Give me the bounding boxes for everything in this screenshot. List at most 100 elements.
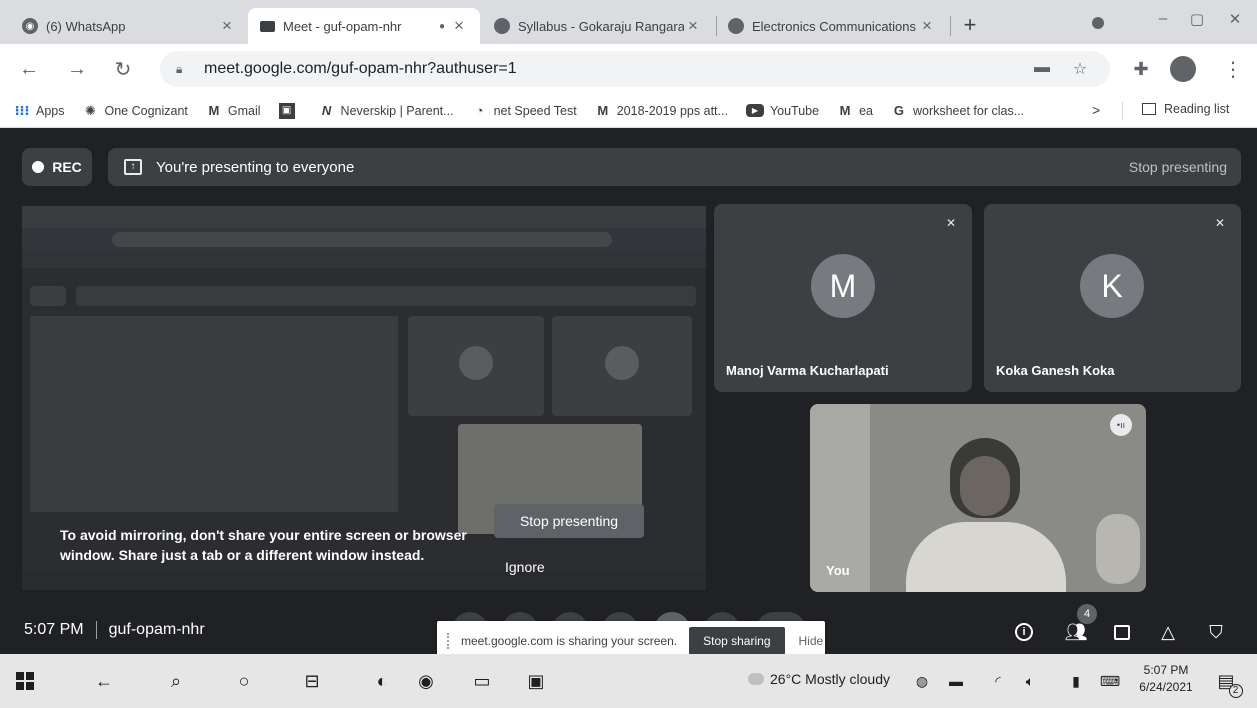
browser-tab-strip: ◉ (6) WhatsApp × Meet - guf-opam-nhr ● ×… <box>0 0 1257 44</box>
volume-icon[interactable]: 🔈︎ <box>1018 669 1042 693</box>
stop-sharing-button[interactable]: Stop sharing <box>689 627 785 655</box>
close-window-button[interactable]: ✕ <box>1220 10 1250 28</box>
recording-dot-icon: ● <box>438 20 446 32</box>
meet-stage: REC ↑ You're presenting to everyone Stop… <box>0 128 1257 661</box>
keyboard-icon[interactable]: ⌨ <box>1098 669 1122 693</box>
new-tab-button[interactable]: + <box>958 14 982 36</box>
presenting-banner: ↑ You're presenting to everyone Stop pre… <box>108 148 1241 186</box>
bookmark-pps-att[interactable]: M 2018-2019 pps att... <box>595 103 728 119</box>
chrome-icon[interactable]: ◉ <box>414 669 438 693</box>
ignore-button[interactable]: Ignore <box>505 559 545 575</box>
address-bar[interactable]: 🔒︎ meet.google.com/guf-opam-nhr?authuser… <box>160 51 1110 87</box>
bookmark-worksheet[interactable]: G worksheet for clas... <box>891 103 1024 119</box>
back-arrow-icon[interactable]: ← <box>92 669 116 693</box>
minimize-button[interactable]: – <box>1148 10 1178 27</box>
tab-electronics[interactable]: Electronics Communications Er × <box>716 8 948 44</box>
meeting-info-button[interactable]: i <box>1012 620 1036 644</box>
host-controls-button[interactable]: ⛉ <box>1204 620 1228 644</box>
tab-title: Syllabus - Gokaraju Rangaraju I <box>518 18 684 34</box>
meet-tray-icon[interactable]: ◍ <box>910 669 934 693</box>
more-vert-icon: ⋮ <box>1223 58 1243 81</box>
camera-icon[interactable]: ▬ <box>1032 59 1052 77</box>
bookmark-star-icon[interactable]: ☆ <box>1070 59 1090 79</box>
participant-tile-manoj[interactable]: ✕ M Manoj Varma Kucharlapati <box>714 204 972 392</box>
mirror-taskbar <box>22 570 706 590</box>
tab-meet[interactable]: Meet - guf-opam-nhr ● × <box>248 8 480 44</box>
bookmark-ea[interactable]: M ea <box>837 103 873 119</box>
close-icon[interactable]: × <box>918 16 936 36</box>
mirror-avatar <box>459 346 493 380</box>
bookmark-apps[interactable]: ⁝⁝⁝ Apps <box>14 103 65 119</box>
tab-syllabus[interactable]: Syllabus - Gokaraju Rangaraju I × <box>482 8 714 44</box>
close-icon[interactable]: × <box>218 16 236 36</box>
bookmark-gmail[interactable]: M Gmail <box>206 103 260 119</box>
chat-icon <box>1114 624 1130 640</box>
cloud-icon <box>748 673 764 685</box>
stop-presenting-button[interactable]: Stop presenting <box>494 504 644 538</box>
lock-icon: 🔒︎ <box>176 61 183 76</box>
reading-list-button[interactable]: Reading list <box>1142 102 1229 116</box>
reload-button[interactable]: ↻ <box>108 54 138 84</box>
bookmark-youtube[interactable]: ▶ YouTube <box>745 104 819 118</box>
reading-list-label: Reading list <box>1164 102 1230 116</box>
drag-handle-icon[interactable] <box>447 633 455 649</box>
shield-lock-icon: ⛉ <box>1209 621 1223 642</box>
close-icon[interactable]: × <box>684 16 702 36</box>
bookmark-classroom[interactable]: ▣ <box>278 102 301 119</box>
gmail-icon: M <box>839 103 851 118</box>
rec-label: REC <box>52 159 82 175</box>
wifi-icon[interactable]: ◜ <box>986 669 1010 693</box>
cortana-icon[interactable]: ○ <box>232 669 256 693</box>
puzzle-icon: ✚ <box>1133 58 1149 79</box>
maximize-button[interactable]: ▢ <box>1182 10 1212 28</box>
powerpoint-icon[interactable]: ▣ <box>524 669 548 693</box>
camera-tray-icon[interactable]: ▬ <box>944 669 968 693</box>
edge-icon[interactable]: ◐ <box>370 669 394 693</box>
extensions-button[interactable]: ✚ <box>1126 54 1156 84</box>
microphone-tray-icon[interactable]: ▮ <box>1064 669 1088 693</box>
bookmark-neverskip[interactable]: N Neverskip | Parent... <box>319 103 454 119</box>
mirror-avatar <box>605 346 639 380</box>
tab-whatsapp[interactable]: ◉ (6) WhatsApp × <box>10 8 248 44</box>
search-icon[interactable]: ⌕ <box>164 669 188 693</box>
profile-avatar[interactable] <box>1170 56 1196 82</box>
activities-button[interactable]: △ <box>1156 620 1180 644</box>
windows-taskbar: ← ⌕ ○ ⊟ ◐ ◉ ▭ ▣ 26°C Mostly cloudy ◍ ▬ ◜… <box>0 654 1257 708</box>
task-view-icon[interactable]: ⊟ <box>300 669 324 693</box>
self-video-tile[interactable]: •ıı You <box>810 404 1146 592</box>
mirror-nested-screen <box>30 316 398 512</box>
mirroring-warning: To avoid mirroring, don't share your ent… <box>60 527 467 563</box>
stop-presenting-link[interactable]: Stop presenting <box>1129 159 1227 175</box>
hide-button[interactable]: Hide <box>799 634 824 648</box>
divider <box>95 621 97 639</box>
file-explorer-icon[interactable]: ▭ <box>470 669 494 693</box>
system-clock[interactable]: 5:07 PM 6/24/2021 <box>1136 662 1196 696</box>
bookmark-one-cognizant[interactable]: ✺ One Cognizant <box>83 103 188 119</box>
recording-indicator[interactable]: REC <box>22 148 92 186</box>
browser-toolbar: ← → ↻ 🔒︎ meet.google.com/guf-opam-nhr?au… <box>0 44 1257 94</box>
person-shoulders <box>906 522 1066 592</box>
windows-start-icon[interactable] <box>16 672 34 690</box>
close-icon[interactable]: × <box>450 16 468 36</box>
arrow-right-icon: → <box>67 57 87 80</box>
chrome-menu-circle-icon[interactable] <box>1092 17 1104 29</box>
chat-button[interactable] <box>1110 620 1134 644</box>
bookmark-net-speed-test[interactable]: ◔ net Speed Test <box>472 103 577 119</box>
mirror-present-bar <box>76 286 696 306</box>
participant-name: Manoj Varma Kucharlapati <box>726 363 889 378</box>
classroom-icon: ▣ <box>278 102 295 119</box>
notification-center-icon[interactable]: ▤ 2 <box>1214 669 1243 698</box>
arrow-left-icon: ← <box>19 57 39 80</box>
mirror-rec <box>30 286 66 306</box>
info-icon: i <box>1015 623 1033 641</box>
people-button[interactable]: 👥︎ <box>1064 620 1088 644</box>
self-label: You <box>826 563 850 578</box>
shapes-icon: △ <box>1161 621 1175 642</box>
weather-widget[interactable]: 26°C Mostly cloudy <box>748 671 890 687</box>
bookmarks-overflow-button[interactable]: > <box>1092 102 1100 118</box>
tab-title: Meet - guf-opam-nhr <box>283 18 402 34</box>
forward-button[interactable]: → <box>62 54 92 84</box>
back-button[interactable]: ← <box>14 54 44 84</box>
participant-tile-koka[interactable]: ✕ K Koka Ganesh Koka <box>984 204 1241 392</box>
chrome-menu-button[interactable]: ⋮ <box>1218 54 1248 84</box>
